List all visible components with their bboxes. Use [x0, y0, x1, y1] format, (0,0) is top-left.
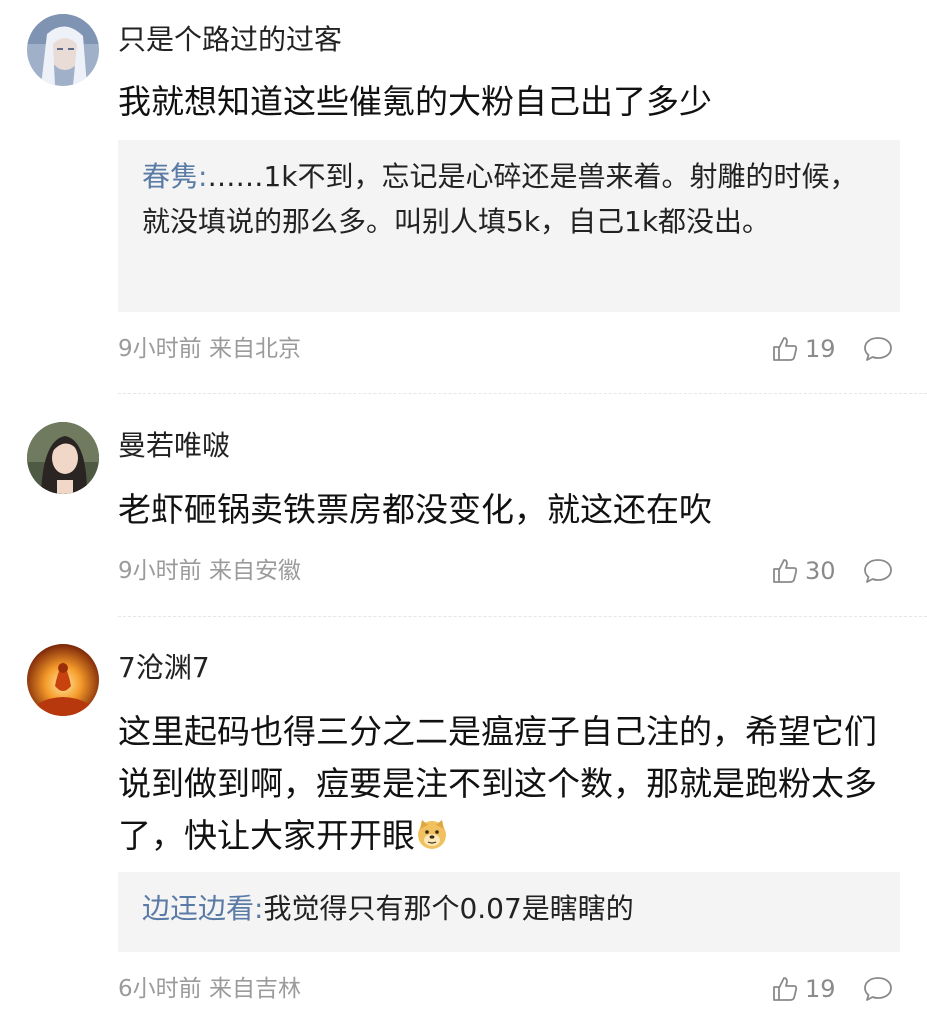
thumbs-up-icon [773, 559, 798, 583]
comment-time: 9小时前 [118, 558, 202, 584]
comment-bubble-icon [864, 977, 892, 1001]
reply-button[interactable] [863, 335, 893, 363]
avatar[interactable] [27, 644, 99, 716]
comment-location: 来自吉林 [208, 976, 301, 1002]
comment-divider [118, 393, 927, 394]
like-button[interactable]: 19 [771, 975, 853, 1003]
thumbs-up-icon [773, 977, 798, 1001]
comment-time: 9小时前 [118, 336, 202, 362]
comment-text: 这里起码也得三分之二是瘟痘子自己注的，希望它们说到做到啊，痘要是注不到这个数，那… [118, 706, 893, 862]
avatar-image [27, 644, 99, 716]
comment-actions: 30 [771, 556, 893, 586]
comment-actions: 19 [771, 334, 893, 364]
comment-bubble-icon [864, 337, 892, 361]
reply-username[interactable]: 春隽 [142, 160, 198, 193]
comment-divider [118, 616, 927, 617]
username[interactable]: 只是个路过的过客 [118, 22, 342, 58]
avatar-image [27, 14, 99, 86]
username[interactable]: 曼若唯啵 [118, 428, 230, 464]
reply-text: ……1k不到，忘记是心碎还是兽来着。射雕的时候，就没填说的那么多。叫别人填5k，… [142, 160, 858, 238]
username[interactable]: 7沧渊7 [118, 650, 210, 686]
reply-button[interactable] [863, 557, 893, 585]
doge-emoji-icon [418, 820, 446, 849]
comment-meta: 9小时前 来自安徽 [118, 556, 301, 586]
avatar[interactable] [27, 422, 99, 494]
like-count: 19 [805, 975, 836, 1003]
reply-button[interactable] [863, 975, 893, 1003]
thumbs-up-icon [773, 337, 798, 361]
comment-bubble-icon [864, 559, 892, 583]
comment-location: 来自安徽 [208, 558, 301, 584]
like-button[interactable]: 19 [771, 335, 853, 363]
avatar-image [27, 422, 99, 494]
like-count: 30 [805, 557, 836, 585]
reply-preview[interactable]: 边迋边看:我觉得只有那个0.07是瞎瞎的 [118, 872, 900, 952]
reply-preview[interactable]: 春隽:……1k不到，忘记是心碎还是兽来着。射雕的时候，就没填说的那么多。叫别人填… [118, 140, 900, 312]
comment-text-content: 这里起码也得三分之二是瘟痘子自己注的，希望它们说到做到啊，痘要是注不到这个数，那… [118, 712, 877, 855]
comment-location: 来自北京 [208, 336, 301, 362]
comment-text: 我就想知道这些催氪的大粉自己出了多少 [118, 82, 712, 121]
like-count: 19 [805, 335, 836, 363]
comment-actions: 19 [771, 974, 893, 1004]
comment-meta: 9小时前 来自北京 [118, 334, 301, 364]
reply-text: 我觉得只有那个0.07是瞎瞎的 [263, 892, 634, 925]
comment-meta: 6小时前 来自吉林 [118, 974, 301, 1004]
like-button[interactable]: 30 [771, 557, 853, 585]
comment-text: 老虾砸锅卖铁票房都没变化，就这还在吹 [118, 490, 712, 529]
avatar[interactable] [27, 14, 99, 86]
reply-username[interactable]: 边迋边看 [142, 892, 254, 925]
comment-time: 6小时前 [118, 976, 202, 1002]
